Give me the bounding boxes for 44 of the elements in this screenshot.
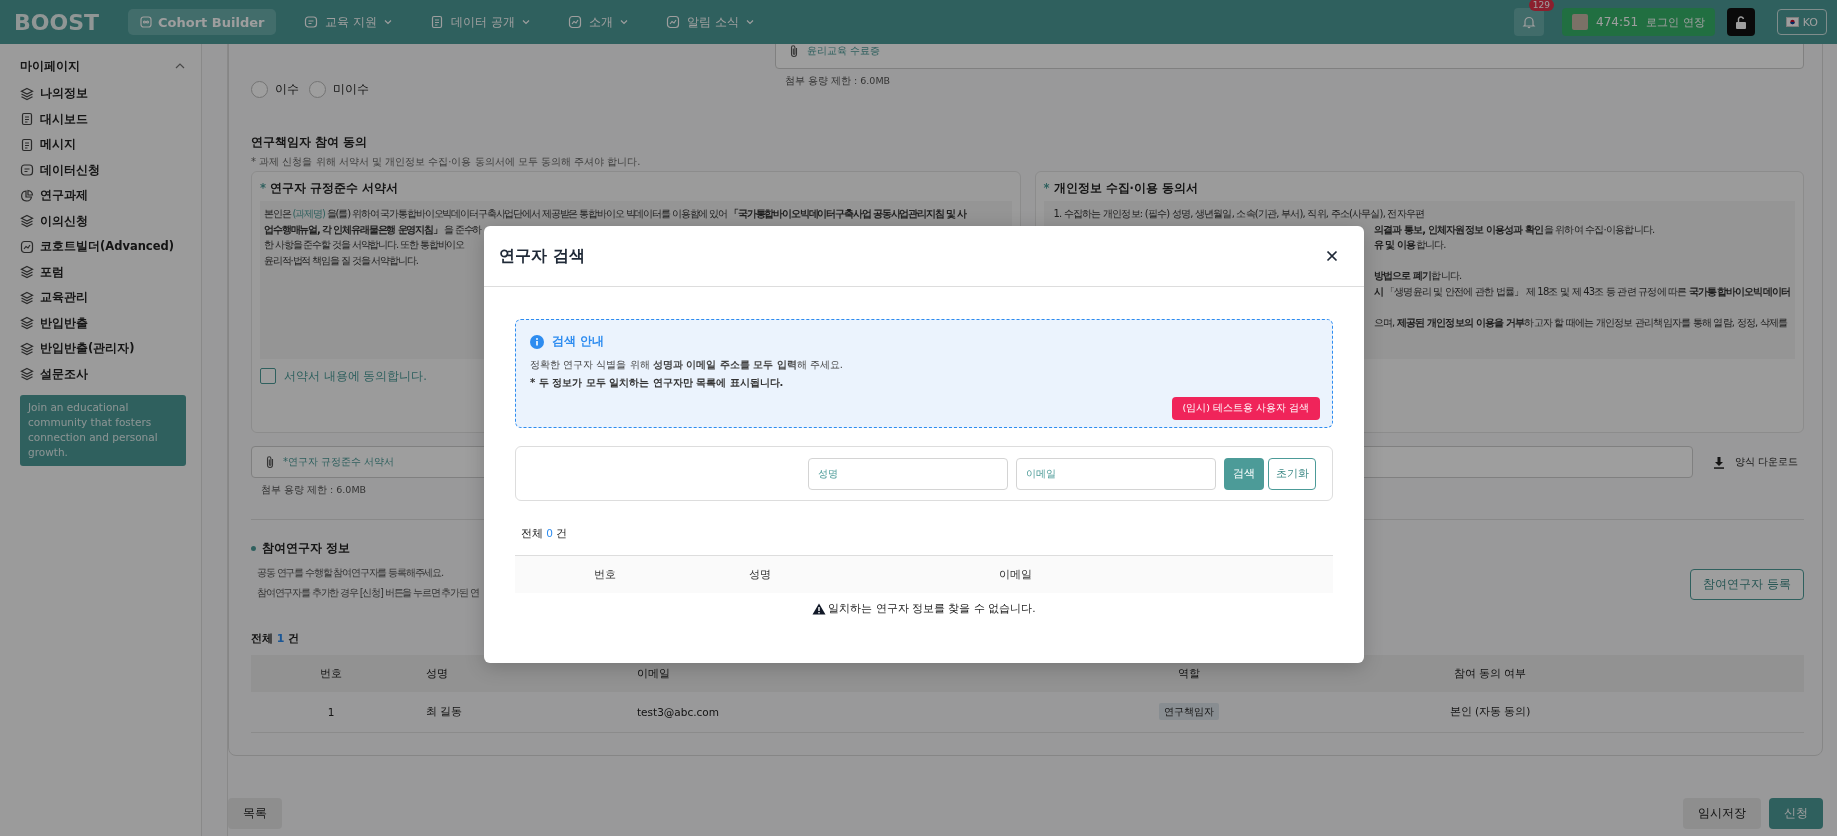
column-header: 이메일 bbox=[997, 567, 1033, 582]
size-limit-text: 첨부 용량 제한 : 6.0MB bbox=[784, 75, 892, 88]
text-line: 시 「생명윤리 및 안전에 관한 법률」 제 18조 및 제 43조 등 관련 규정에 따른 국가통합바이오빅데이터 bbox=[1373, 284, 1791, 299]
card-title: * 연구자 규정준수 서약서 bbox=[260, 181, 400, 196]
dialog-title: 연구자 검색 bbox=[499, 245, 585, 267]
column-header: 이메일 bbox=[637, 666, 671, 681]
promo-card: Join an educational community that fosters connection and personal growth. bbox=[20, 395, 186, 466]
text-line: 유 및 이용합니다. bbox=[1373, 238, 1446, 252]
text-line: 의결과 통보, 인체자원정보 이용성과 확인을 위하여 수집·이용합니다. bbox=[1373, 222, 1655, 237]
column-header: 번호 bbox=[319, 666, 343, 681]
help-text: 참여연구자를 추가한 경우 [신청] 버튼을 누르면 추가된 연 bbox=[257, 586, 479, 600]
column-header: 번호 bbox=[593, 567, 617, 582]
total-count: 전체 0 건 bbox=[520, 527, 569, 541]
table-cell-text: 1 bbox=[326, 706, 336, 718]
size-limit-text: 첨부 용량 제한 : 6.0MB bbox=[260, 484, 368, 497]
sidebar-title: 마이페이지 bbox=[20, 57, 80, 75]
text-line: 방법으로 폐기합니다. bbox=[1373, 269, 1462, 283]
column-header: 역할 bbox=[1177, 666, 1201, 681]
text-line: 업수행매뉴얼, 각 인체유래물은행 운영지침」 을 준수하 bbox=[264, 222, 482, 237]
empty-message: 일치하는 연구자 정보를 찾을 수 없습니다. bbox=[828, 602, 1036, 616]
text-line: 한 사항을 준수할 것을 서약합니다. 또한 통합바이오 bbox=[264, 238, 465, 252]
role-tag: 연구책임자 bbox=[1159, 703, 1219, 720]
table-cell-text: 최 길동 bbox=[425, 705, 464, 719]
total-count: 전체 1 건 bbox=[251, 631, 301, 646]
section-note: * 과제 신청을 위해 서약서 및 개인정보 수집·이용 동의서에 모두 동의해 주셔야 합니다. bbox=[251, 155, 642, 169]
info-text: 정확한 연구자 식별을 위해 성명과 이메일 주소를 모두 입력해 주세요. bbox=[530, 358, 844, 372]
column-header: 성명 bbox=[748, 567, 772, 582]
file-label: *연구자 규정준수 서약서 bbox=[283, 455, 395, 469]
table-cell-text: test3@abc.com bbox=[637, 706, 720, 718]
file-label: 윤리교육 수료증 bbox=[807, 44, 881, 58]
text-line: 본인은 (과제명) 을(를) 위하여 국가통합바이오빅데이터구축사업단에서 제공받은 통합바이오 빅데이터를 이용함에 있어 「국가통합바이오빅데이터구축사업 공동사업관리지침 및 사 bbox=[264, 207, 967, 221]
text-line: 으며, 제공된 개인정보의 이용을 거부하고자 할 때에는 개인정보 관리책임자를 통해 열람, 정정, 삭제를 bbox=[1373, 315, 1788, 330]
info-note: * 두 정보가 모두 일치하는 연구자만 목록에 표시됩니다. bbox=[530, 376, 785, 390]
notification-badge: 129 bbox=[1528, 0, 1554, 11]
column-header: 성명 bbox=[425, 666, 449, 681]
text-line: 윤리적·법적 책임을 질 것을 서약합니다. bbox=[264, 253, 418, 268]
table-cell-text: 본인 (자동 동의) bbox=[1448, 705, 1532, 719]
card-title: * 개인정보 수집·이용 동의서 bbox=[1043, 181, 1199, 196]
session-timer: 474:51 bbox=[1596, 15, 1639, 29]
section-title: 연구책임자 참여 동의 bbox=[251, 134, 369, 151]
column-header: 참여 동의 여부 bbox=[1452, 666, 1528, 681]
help-text: 공동 연구를 수행할 참여연구자를 등록해주세요. bbox=[257, 566, 443, 580]
text-line: 1. 수집하는 개인정보: (필수) 성명, 생년월일, 소속(기관, 부서), 직위, 주소(사무실), 전자우편 bbox=[1053, 207, 1425, 221]
info-title: 검색 안내 bbox=[552, 333, 605, 350]
